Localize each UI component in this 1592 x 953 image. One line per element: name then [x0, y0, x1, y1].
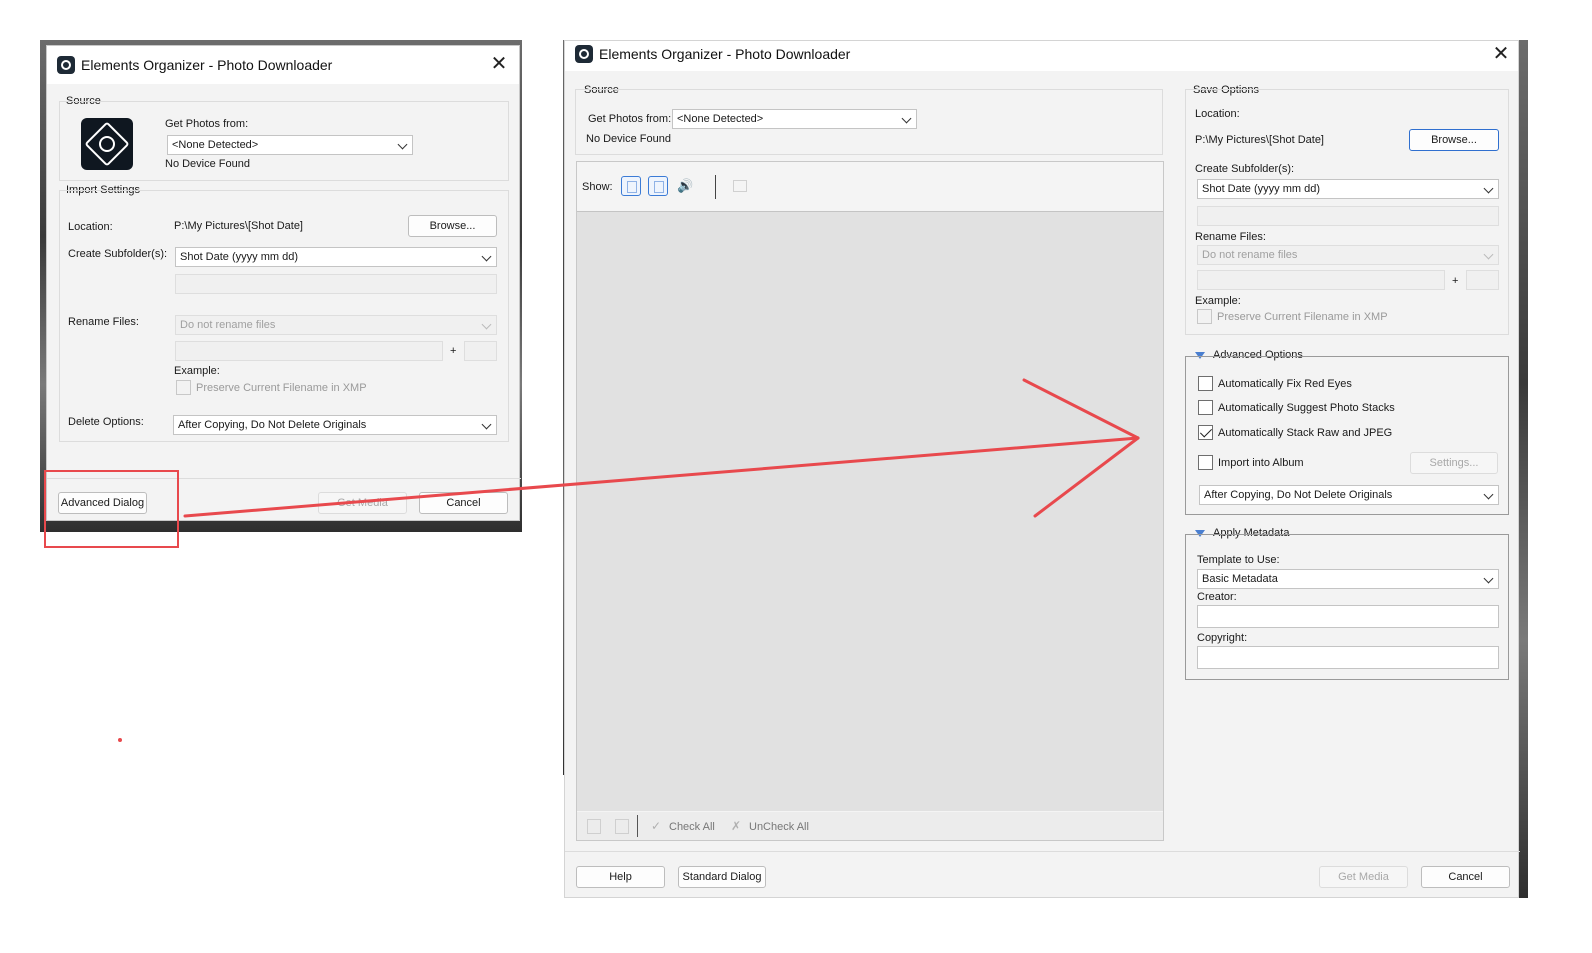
annotation-arrow	[183, 378, 1140, 518]
arrow-shaft	[183, 436, 1140, 518]
arrow-head-upper	[1022, 378, 1140, 440]
arrow-head-lower	[1033, 436, 1140, 518]
